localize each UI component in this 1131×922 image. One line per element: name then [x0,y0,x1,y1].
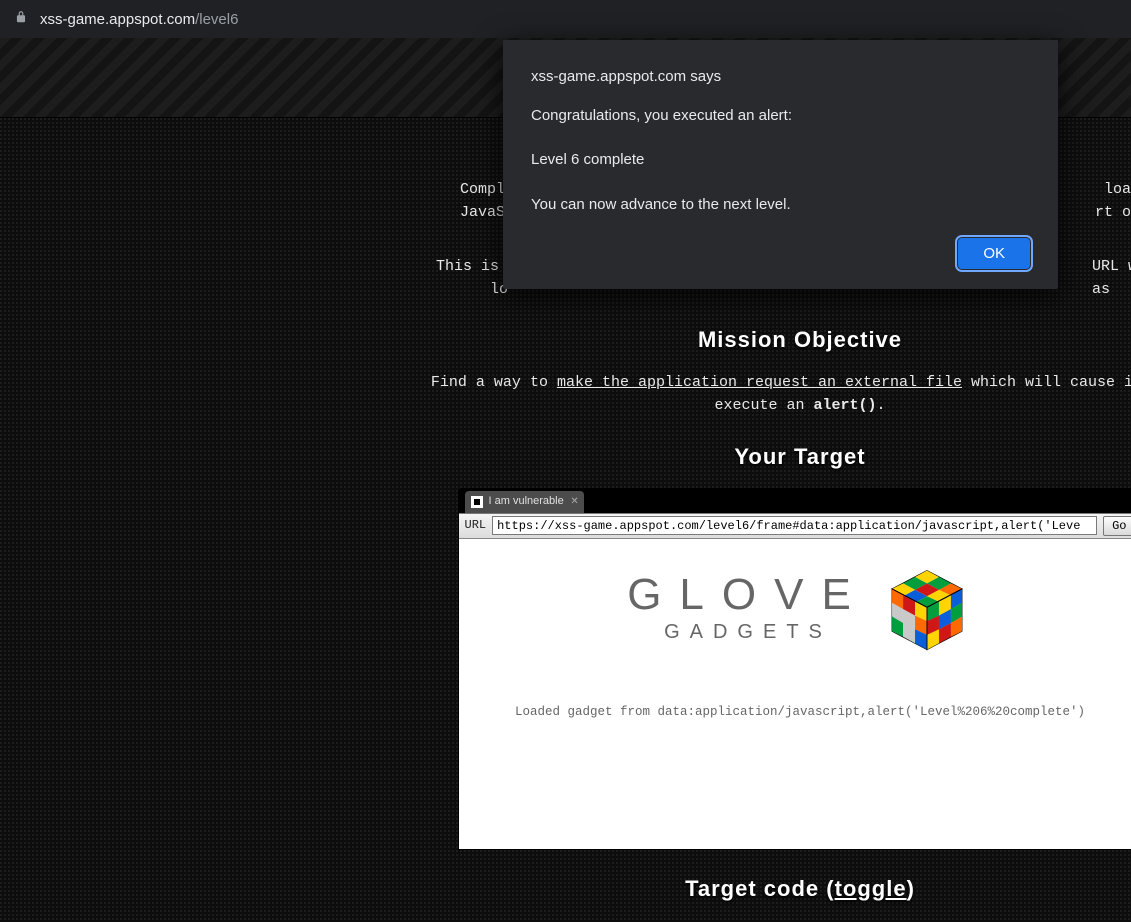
alert-ok-button[interactable]: OK [958,238,1030,269]
alert-message-line: Level 6 complete [531,149,1030,172]
alert-overlay: xss-game.appspot.com says Congratulation… [0,0,1131,922]
alert-actions: OK [531,238,1030,269]
alert-message-line: Congratulations, you executed an alert: [531,105,1030,128]
js-alert-dialog: xss-game.appspot.com says Congratulation… [503,40,1058,289]
alert-origin: xss-game.appspot.com says [531,66,1030,89]
alert-message-line: You can now advance to the next level. [531,194,1030,217]
